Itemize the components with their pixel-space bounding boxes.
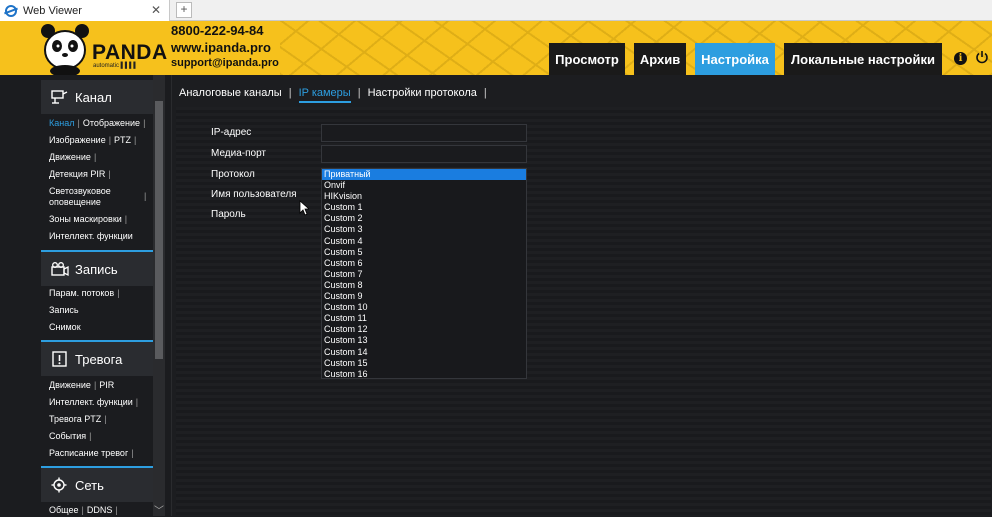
- info-icon[interactable]: i: [954, 52, 967, 65]
- browser-tab-title: Web Viewer: [23, 4, 82, 17]
- camera-icon: [51, 90, 68, 104]
- phone-number: 8800-222-94-84: [171, 23, 264, 38]
- protocol-option[interactable]: Custom 7: [322, 269, 526, 280]
- record-icon: [51, 262, 69, 277]
- new-tab-button[interactable]: +: [176, 2, 192, 18]
- protocol-option[interactable]: Custom 6: [322, 258, 526, 269]
- sidebar-section-title: Запись: [75, 261, 118, 277]
- protocol-option[interactable]: Custom 14: [322, 347, 526, 358]
- tab-analog-channels[interactable]: Аналоговые каналы: [179, 87, 282, 99]
- sidebar-section-channel[interactable]: Канал: [41, 80, 153, 114]
- sidebar-item-display[interactable]: Отображение: [83, 118, 140, 128]
- chevron-down-icon[interactable]: ﹀: [154, 502, 164, 517]
- alarm-icon: [52, 351, 67, 367]
- nav-settings-button[interactable]: Настройка: [695, 43, 775, 75]
- main-content: Аналоговые каналы | IP камеры | Настройки пр…: [171, 75, 992, 516]
- protocol-option[interactable]: Custom 5: [322, 247, 526, 258]
- protocol-option[interactable]: Custom 3: [322, 224, 526, 235]
- email-link[interactable]: support@ipanda.pro: [171, 57, 279, 74]
- protocol-dropdown-list[interactable]: Приватный Onvif HIKvision Custom 1 Custom 2C…: [321, 168, 527, 379]
- app-header: PANDA automatic ▌▌▌▌ 8800-222-94-84 www.…: [0, 21, 992, 75]
- browser-tab-bar: Web Viewer ✕ +: [0, 0, 992, 21]
- password-label: Пароль: [211, 209, 246, 220]
- sidebar-item-alarm-ptz[interactable]: Тревога PTZ: [49, 414, 101, 424]
- protocol-option[interactable]: Приватный: [322, 169, 526, 181]
- sidebar-section-title: Канал: [75, 89, 112, 105]
- sidebar-item-general[interactable]: Общее: [49, 505, 78, 515]
- sidebar-section-title: Тревога: [75, 351, 123, 367]
- protocol-option[interactable]: Custom 15: [322, 358, 526, 369]
- sidebar-section-record[interactable]: Запись: [41, 252, 153, 286]
- media-port-label: Медиа-порт: [211, 148, 266, 159]
- brand-name: PANDA: [92, 41, 168, 64]
- contacts: 8800-222-94-84 www.ipanda.pro support@ip…: [171, 23, 279, 74]
- sidebar-item-snapshot[interactable]: Снимок: [49, 322, 81, 332]
- ip-address-label: IP-адрес: [211, 127, 252, 138]
- nav-preview-button[interactable]: Просмотр: [549, 43, 625, 75]
- settings-subtabs: Аналоговые каналы | IP камеры | Настройки пр…: [179, 87, 494, 103]
- ip-camera-form: IP-адрес Медиа-порт Протокол Имя пользов…: [176, 107, 991, 515]
- protocol-option[interactable]: Custom 1: [322, 202, 526, 213]
- network-icon: [51, 477, 67, 493]
- sidebar-item-recording[interactable]: Запись: [49, 305, 79, 315]
- protocol-option[interactable]: Custom 9: [322, 291, 526, 302]
- sidebar-item-smart-functions[interactable]: Интеллект. функции: [49, 231, 133, 241]
- protocol-option[interactable]: Onvif: [322, 180, 526, 191]
- sidebar-section-title: Сеть: [75, 477, 104, 493]
- sidebar-section-network[interactable]: Сеть: [41, 468, 153, 502]
- sidebar-item-pir[interactable]: Детекция PIR: [49, 169, 105, 179]
- browser-tab[interactable]: Web Viewer ✕: [0, 0, 170, 21]
- protocol-option[interactable]: Custom 12: [322, 324, 526, 335]
- protocol-option[interactable]: HIKvision: [322, 191, 526, 202]
- protocol-option[interactable]: Custom 11: [322, 313, 526, 324]
- sidebar-item-events[interactable]: События: [49, 431, 86, 441]
- website-link[interactable]: www.ipanda.pro: [171, 40, 279, 57]
- power-icon[interactable]: [975, 50, 989, 64]
- sidebar-item-alarm-schedule[interactable]: Расписание тревог: [49, 448, 128, 458]
- protocol-option[interactable]: Custom 13: [322, 335, 526, 346]
- username-label: Имя пользователя: [211, 189, 297, 200]
- sidebar-item-motion[interactable]: Движение: [49, 152, 91, 162]
- panda-logo-icon: [41, 24, 89, 75]
- tab-ip-cameras[interactable]: IP камеры: [298, 87, 351, 103]
- nav-local-settings-button[interactable]: Локальные настройки: [784, 43, 942, 75]
- sidebar-section-alarm[interactable]: Тревога: [41, 342, 153, 376]
- sidebar-item-channel[interactable]: Канал: [49, 118, 74, 128]
- tab-protocol-settings[interactable]: Настройки протокола: [368, 87, 477, 99]
- sidebar-item-alarm-smart[interactable]: Интеллект. функции: [49, 397, 133, 407]
- media-port-input[interactable]: [321, 145, 527, 163]
- protocol-option[interactable]: Custom 4: [322, 236, 526, 247]
- sidebar-item-alarm-motion[interactable]: Движение: [49, 380, 91, 390]
- protocol-label: Протокол: [211, 169, 255, 180]
- mouse-cursor-icon: [299, 200, 309, 216]
- sidebar-item-image[interactable]: Изображение: [49, 135, 106, 145]
- nav-archive-button[interactable]: Архив: [634, 43, 686, 75]
- sidebar-item-ptz[interactable]: PTZ: [114, 135, 131, 145]
- sidebar-item-ddns[interactable]: DDNS: [87, 505, 113, 515]
- protocol-option[interactable]: Custom 16: [322, 369, 526, 380]
- sidebar: Канал Канал | Отображение | Изображение | PTZ…: [0, 75, 171, 517]
- sidebar-item-alarm-pir[interactable]: PIR: [99, 380, 114, 390]
- browser-ie-icon: [5, 4, 17, 17]
- sidebar-item-light-sound[interactable]: Светозвуковое оповещение: [49, 186, 111, 207]
- brand-subtitle: automatic ▌▌▌▌: [93, 63, 138, 69]
- protocol-option[interactable]: Custom 8: [322, 280, 526, 291]
- sidebar-item-stream-params[interactable]: Парам. потоков: [49, 288, 114, 298]
- close-tab-icon[interactable]: ✕: [151, 3, 161, 17]
- sidebar-item-privacy-mask[interactable]: Зоны маскировки: [49, 214, 122, 224]
- protocol-option[interactable]: Custom 2: [322, 213, 526, 224]
- protocol-option[interactable]: Custom 10: [322, 302, 526, 313]
- sidebar-scrollbar-thumb[interactable]: [155, 101, 163, 359]
- ip-address-input[interactable]: [321, 124, 527, 142]
